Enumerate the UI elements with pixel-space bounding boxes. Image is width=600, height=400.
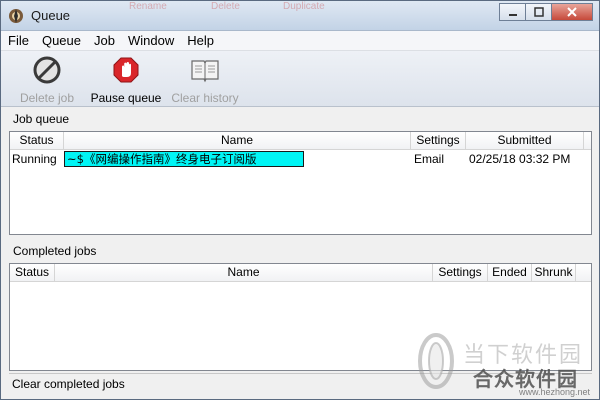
col-name[interactable]: Name [64,132,411,149]
no-entry-icon [33,56,61,84]
clear-history-button[interactable]: Clear history [169,55,241,105]
menu-job[interactable]: Job [87,33,121,48]
title-bar[interactable]: Queue Rename Delete Duplicate [1,1,599,31]
ghost-label-rename: Rename [129,1,167,12]
job-queue-label: Job queue [13,112,70,126]
pause-queue-button[interactable]: Pause queue [87,55,165,105]
minimize-icon [508,14,517,16]
ghost-label-duplicate: Duplicate [283,1,325,12]
col-status[interactable]: Status [10,132,64,149]
app-icon [9,9,23,23]
completed-jobs-header: Status Name Settings Ended Shrunk [10,264,591,282]
maximize-button[interactable] [525,3,551,21]
minimize-button[interactable] [499,3,525,21]
ghost-label-delete: Delete [211,1,240,12]
col-name[interactable]: Name [55,264,433,281]
col-settings[interactable]: Settings [433,264,488,281]
row-settings: Email [414,152,445,166]
table-row[interactable]: Running ~$《网编操作指南》终身电子订阅版 Email 02/25/18… [10,150,591,168]
stop-hand-icon [113,57,139,83]
col-ended[interactable]: Ended [488,264,532,281]
menu-bar: File Queue Job Window Help [1,31,599,51]
window-controls [499,3,593,23]
col-submitted[interactable]: Submitted [466,132,584,149]
menu-help[interactable]: Help [180,33,220,48]
col-settings[interactable]: Settings [411,132,466,149]
row-status: Running [12,152,57,166]
close-icon [567,7,577,17]
maximize-icon [533,7,544,17]
close-button[interactable] [551,3,593,21]
delete-job-button[interactable]: Delete job [11,55,83,105]
pause-queue-label: Pause queue [90,91,162,105]
watermark-url: www.hezhong.net [519,387,591,397]
menu-file[interactable]: File [1,33,35,48]
menu-queue[interactable]: Queue [35,33,87,48]
col-shrunk[interactable]: Shrunk [532,264,576,281]
job-queue-header: Status Name Settings Submitted [10,132,591,150]
toolbar: Delete job Pause queue Clear history [1,51,599,107]
row-name[interactable]: ~$《网编操作指南》终身电子订阅版 [64,151,304,167]
completed-jobs-label: Completed jobs [13,244,97,258]
window-title: Queue [31,8,71,23]
book-icon [191,60,219,83]
job-queue-table[interactable]: Status Name Settings Submitted Running ~… [9,131,592,235]
watermark-logo-icon [418,333,454,389]
col-status[interactable]: Status [10,264,55,281]
clear-history-label: Clear history [171,91,239,105]
delete-job-label: Delete job [19,91,75,105]
menu-window[interactable]: Window [121,33,180,48]
row-submitted: 02/25/18 03:32 PM [469,152,571,166]
queue-window: Queue Rename Delete Duplicate File Queue… [0,0,600,400]
row-name-cell: ~$《网编操作指南》终身电子订阅版 [64,150,411,168]
